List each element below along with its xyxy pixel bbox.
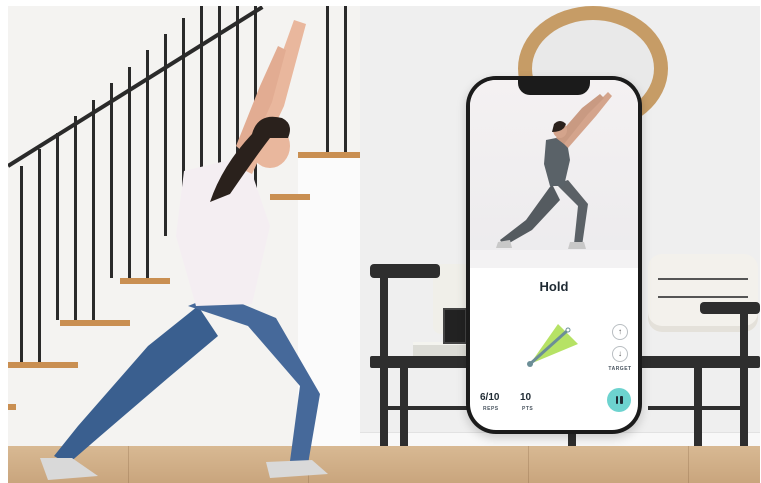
angle-gauge bbox=[527, 324, 578, 367]
floor-board bbox=[688, 446, 689, 483]
bench-stretcher bbox=[648, 406, 748, 410]
arrow-down-icon: ↓ bbox=[618, 349, 622, 358]
arrow-up-icon: ↑ bbox=[618, 327, 622, 336]
reps-value: 6/10 bbox=[480, 392, 500, 403]
pillow-stripe bbox=[658, 296, 748, 298]
points-value: 10 bbox=[520, 392, 532, 403]
instructor-figure bbox=[496, 92, 612, 249]
target-label: TARGET bbox=[608, 366, 632, 372]
reps-label: REPS bbox=[483, 406, 499, 412]
app-screen: Hold ↑ ↓ TARGET 6/10 REPS 10 PTS bbox=[470, 80, 638, 430]
bench-stretcher bbox=[384, 406, 474, 410]
points-label: PTS bbox=[522, 406, 534, 412]
pillow-stripe bbox=[658, 278, 748, 280]
phone-notch bbox=[518, 80, 590, 95]
bench-leg bbox=[380, 268, 388, 448]
photo-scene bbox=[8, 6, 760, 483]
gauge-pivot bbox=[527, 361, 533, 367]
target-up-button[interactable]: ↑ bbox=[612, 324, 628, 340]
woman-lunge-stretch bbox=[40, 20, 328, 480]
bench-armrest bbox=[700, 302, 760, 314]
pause-button[interactable] bbox=[607, 388, 631, 412]
target-down-button[interactable]: ↓ bbox=[612, 346, 628, 362]
phone-mockup: Hold ↑ ↓ TARGET 6/10 REPS 10 PTS bbox=[466, 76, 642, 434]
floor-board bbox=[528, 446, 529, 483]
exercise-state-title: Hold bbox=[539, 279, 569, 294]
picture-frame bbox=[443, 308, 467, 344]
exercise-video[interactable] bbox=[470, 80, 638, 268]
gauge-needle-tip bbox=[565, 327, 571, 333]
